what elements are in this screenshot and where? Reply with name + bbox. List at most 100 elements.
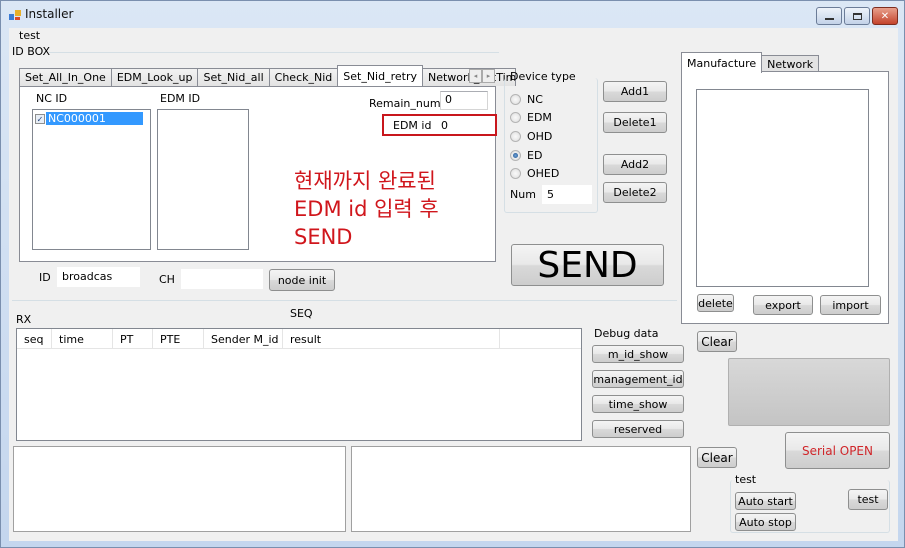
col-sender-mid[interactable]: Sender M_id [204,329,283,348]
col-pt[interactable]: PT [113,329,153,348]
maximize-button[interactable] [844,7,870,25]
rx-table[interactable]: seq time PT PTE Sender M_id result [16,328,582,441]
add1-button[interactable]: Add1 [603,81,667,102]
rx-label: RX [16,313,32,326]
clear-button-2[interactable]: Clear [697,447,737,468]
annotation-line-3: SEND [294,225,353,249]
radio-ohed[interactable]: OHED [510,167,559,180]
radio-selected-icon [510,150,521,161]
id-input[interactable]: broadcas [57,267,140,287]
installer-window: Installer ✕ test ID BOX Set_All_In_One E… [0,0,905,548]
col-time[interactable]: time [52,329,113,348]
export-button[interactable]: export [753,295,813,315]
num-label: Num [510,188,536,201]
window-title: Installer [25,7,74,21]
radio-ohd[interactable]: OHD [510,130,552,143]
minimize-button[interactable] [816,7,842,25]
nc-item-label: NC000001 [46,112,143,125]
clear-button-1[interactable]: Clear [697,331,737,352]
remain-num-label: Remain_num [369,97,441,110]
chevron-left-icon: ◂ [473,72,478,80]
close-button[interactable]: ✕ [872,7,898,25]
time-show-button[interactable]: time_show [592,395,684,413]
send-button[interactable]: SEND [511,244,664,286]
radio-ohd-label: OHD [527,130,553,143]
app-icon [9,10,21,20]
radio-icon [510,131,521,142]
m-id-show-button[interactable]: m_id_show [592,345,684,363]
radio-nc[interactable]: NC [510,93,543,106]
num-input[interactable]: 5 [542,185,592,204]
radio-ed-label: ED [527,149,543,162]
radio-icon [510,168,521,179]
radio-icon [510,112,521,123]
tab-manufacture[interactable]: Manufacture [681,52,763,73]
radio-edm[interactable]: EDM [510,111,552,124]
tab-set-nid-all[interactable]: Set_Nid_all [197,68,270,86]
title-bar[interactable]: Installer ✕ [1,1,904,27]
radio-ed[interactable]: ED [510,149,542,162]
annotation-text: 현재까지 완료된 EDM id 입력 후 SEND [294,167,439,251]
col-pte[interactable]: PTE [153,329,204,348]
tab-edm-look-up[interactable]: EDM_Look_up [110,68,199,86]
serial-open-label: Serial OPEN [801,443,873,458]
tab-set-all-in-one[interactable]: Set_All_In_One [19,68,112,86]
delete-button[interactable]: delete [697,294,734,312]
serial-open-button[interactable]: Serial OPEN [785,432,890,469]
radio-ohed-label: OHED [527,167,560,180]
reserved-button[interactable]: reserved [592,420,684,438]
list-item[interactable]: ✓ NC000001 [35,112,143,125]
status-indicator-panel [728,358,890,426]
ch-input[interactable] [181,269,263,289]
col-result[interactable]: result [283,329,500,348]
close-icon: ✕ [880,10,890,22]
ch-label: CH [159,273,175,286]
seq-label: SEQ [290,307,313,320]
auto-start-button[interactable]: Auto start [735,492,796,510]
chevron-right-icon: ▸ [486,72,491,80]
output-box-left[interactable] [13,446,346,532]
tab-scroll-left-button[interactable]: ◂ [469,69,482,83]
debug-data-label: Debug data [594,327,659,340]
delete2-button[interactable]: Delete2 [603,182,667,203]
section-divider [12,300,677,301]
remain-num-input[interactable]: 0 [440,91,488,110]
id-box-label: ID BOX [12,45,51,58]
rx-table-header: seq time PT PTE Sender M_id result [17,329,581,349]
management-id-button[interactable]: management_id [592,370,684,388]
tab-scroll-buttons: ◂ ▸ [469,69,495,83]
tab-scroll-right-button[interactable]: ▸ [482,69,495,83]
import-button[interactable]: import [820,295,881,315]
radio-edm-label: EDM [527,111,552,124]
col-empty[interactable] [500,329,581,348]
nc-id-label: NC ID [36,92,68,105]
annotation-line-1: 현재까지 완료된 [294,169,436,193]
menu-test[interactable]: test [19,29,40,42]
tab-set-nid-retry[interactable]: Set_Nid_retry [337,65,423,86]
tab-page-manufacture: delete export import [681,71,889,324]
test-button[interactable]: test [848,489,888,510]
minimize-icon [824,18,834,20]
auto-stop-button[interactable]: Auto stop [735,513,796,531]
col-seq[interactable]: seq [17,329,52,348]
edm-id-list[interactable] [157,109,249,250]
radio-icon [510,94,521,105]
tab-check-nid[interactable]: Check_Nid [268,68,339,86]
delete1-button[interactable]: Delete1 [603,112,667,133]
nc-id-list[interactable]: ✓ NC000001 [32,109,151,250]
edm-id-field-label: EDM id [393,119,432,132]
annotation-line-2: EDM id 입력 후 [294,197,439,221]
checkbox-checked-icon[interactable]: ✓ [35,113,45,124]
id-box-divider [49,52,499,53]
id-box-tabs: Set_All_In_One EDM_Look_up Set_Nid_all C… [19,65,516,86]
edm-id-input[interactable]: 0 [436,116,493,134]
output-box-right[interactable] [351,446,691,532]
maximize-icon [852,12,862,20]
radio-nc-label: NC [527,93,543,106]
manufacture-list[interactable] [696,89,869,287]
client-area: test ID BOX Set_All_In_One EDM_Look_up S… [9,28,898,541]
edm-id-label: EDM ID [160,92,201,105]
add2-button[interactable]: Add2 [603,154,667,175]
id-label: ID [39,271,51,284]
node-init-button[interactable]: node init [269,269,335,291]
